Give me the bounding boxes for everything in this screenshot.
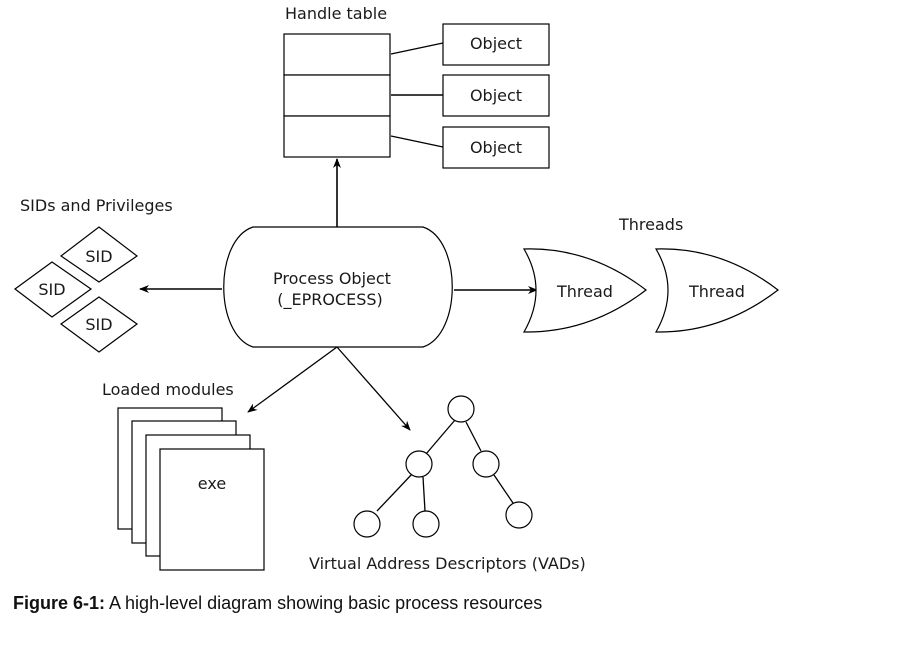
figure-caption-text: A high-level diagram showing basic proce…	[109, 593, 543, 613]
sid-diamond: SID	[59, 226, 139, 283]
object-box: Object	[442, 126, 550, 169]
vad-node	[353, 510, 381, 538]
thread-shape: Thread	[522, 248, 647, 333]
process-resources-diagram: Handle table Object Object Object Proces…	[13, 4, 779, 573]
vad-edge	[493, 474, 514, 504]
process-object-sublabel: (_EPROCESS)	[277, 290, 383, 310]
vad-node	[412, 510, 440, 538]
object-box: Object	[442, 74, 550, 117]
object-label: Object	[470, 138, 522, 157]
arrow-to-vads	[336, 346, 411, 431]
vad-edge	[465, 421, 482, 452]
process-object-node: Process Object (_EPROCESS)	[223, 226, 453, 348]
sid-diamond: SID	[13, 261, 93, 318]
module-exe-label: exe	[198, 474, 226, 493]
object-label: Object	[470, 86, 522, 105]
vad-node	[447, 395, 475, 423]
vad-node	[472, 450, 500, 478]
threads-title: Threads	[618, 215, 683, 234]
handle-link	[390, 135, 444, 148]
sid-diamond: SID	[59, 296, 139, 353]
handle-link	[390, 42, 444, 55]
arrow-to-modules	[247, 346, 338, 413]
object-box: Object	[442, 23, 550, 66]
thread-shape: Thread	[654, 248, 779, 333]
handle-table-row	[283, 33, 391, 76]
vad-edge	[422, 476, 426, 512]
vad-edge	[425, 419, 456, 455]
thread-label: Thread	[556, 282, 613, 301]
modules-title: Loaded modules	[102, 380, 234, 399]
thread-label: Thread	[688, 282, 745, 301]
sid-label: SID	[38, 280, 65, 299]
handle-table-row	[283, 74, 391, 117]
process-object-label: Process Object	[273, 269, 391, 288]
figure-caption: Figure 6-1: A high-level diagram showing…	[13, 593, 542, 614]
sid-label: SID	[85, 247, 112, 266]
vads-title: Virtual Address Descriptors (VADs)	[309, 554, 586, 573]
sid-label: SID	[85, 315, 112, 334]
figure-number: Figure 6-1:	[13, 593, 106, 613]
module-page	[159, 448, 265, 571]
vad-node	[505, 501, 533, 529]
vad-tree	[353, 395, 533, 538]
vad-node	[405, 450, 433, 478]
handle-table	[283, 33, 391, 158]
sids-title: SIDs and Privileges	[20, 196, 173, 215]
vad-edge	[376, 472, 414, 512]
handle-table-row	[283, 115, 391, 158]
handle-table-title: Handle table	[285, 4, 387, 23]
object-label: Object	[470, 34, 522, 53]
module-stack: exe	[117, 407, 265, 571]
